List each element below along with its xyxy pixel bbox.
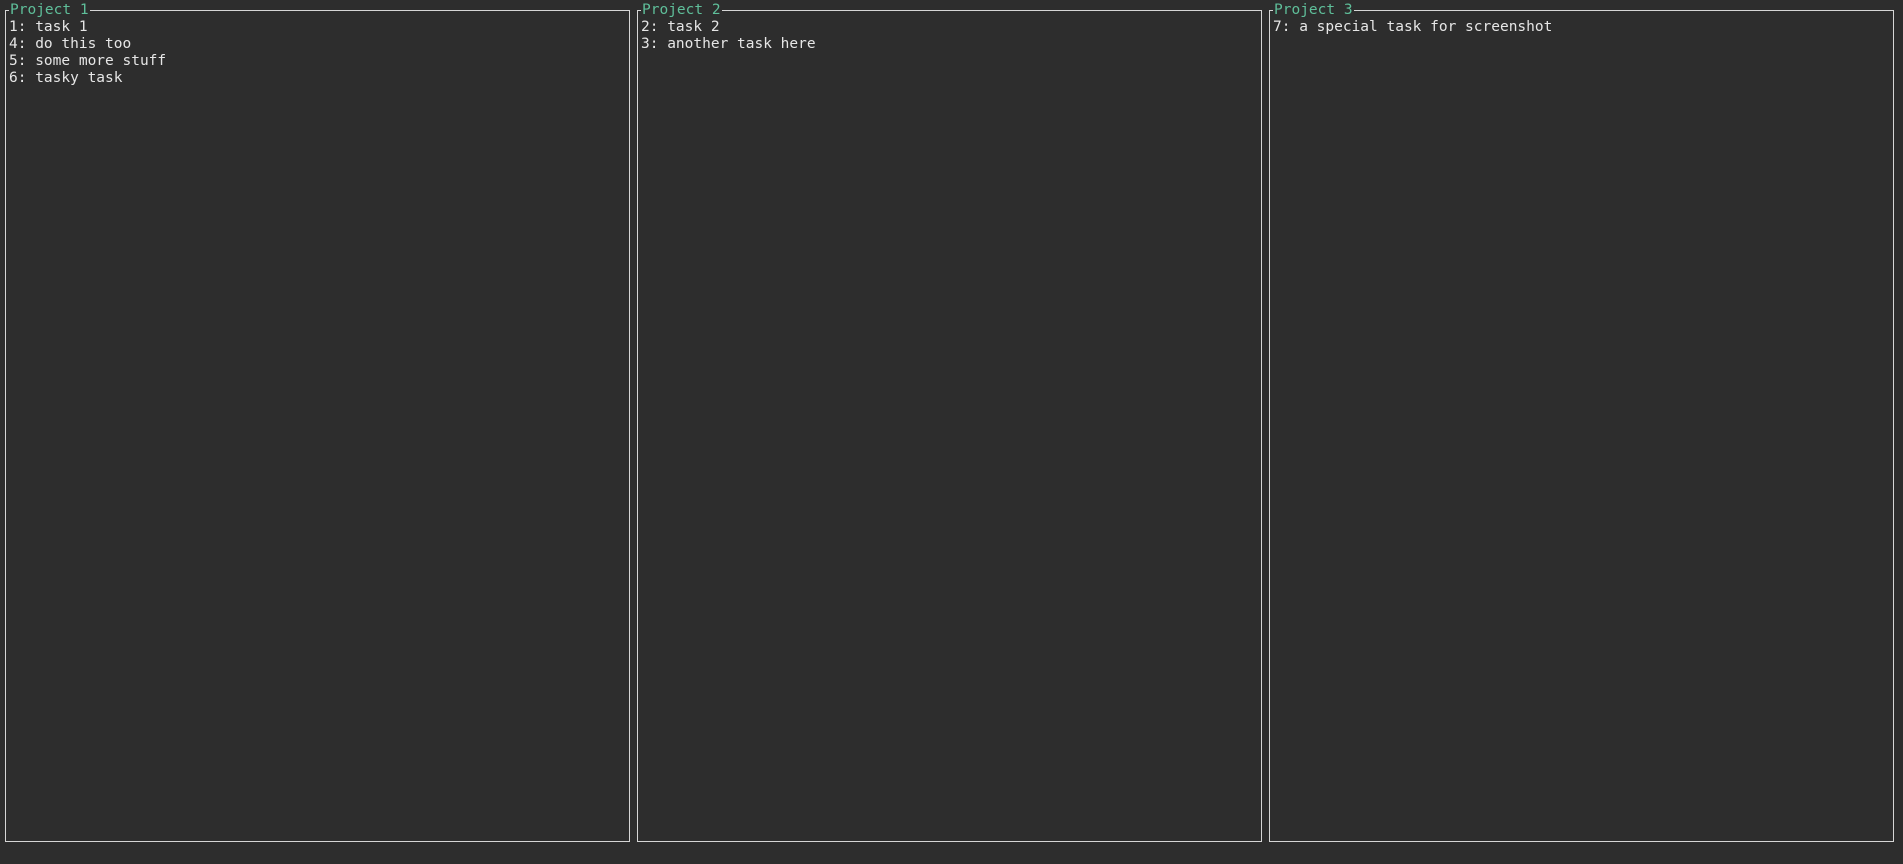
project-column-3: Project 3 7: a special task for screensh… — [1269, 2, 1894, 842]
task-list: 7: a special task for screenshot — [1273, 19, 1552, 36]
task-item[interactable]: 6: tasky task — [9, 70, 166, 87]
task-item[interactable]: 1: task 1 — [9, 19, 166, 36]
task-item[interactable]: 4: do this too — [9, 36, 166, 53]
project-column-1: Project 1 1: task 1 4: do this too 5: so… — [5, 2, 630, 842]
task-item[interactable]: 5: some more stuff — [9, 53, 166, 70]
kanban-board: Project 1 1: task 1 4: do this too 5: so… — [0, 0, 1903, 864]
task-item[interactable]: 7: a special task for screenshot — [1273, 19, 1552, 36]
task-list: 2: task 2 3: another task here — [641, 19, 816, 53]
project-title: Project 2 — [641, 2, 722, 19]
task-item[interactable]: 3: another task here — [641, 36, 816, 53]
task-item[interactable]: 2: task 2 — [641, 19, 816, 36]
project-column-2: Project 2 2: task 2 3: another task here — [637, 2, 1262, 842]
task-list: 1: task 1 4: do this too 5: some more st… — [9, 19, 166, 87]
project-title: Project 1 — [9, 2, 90, 19]
project-title: Project 3 — [1273, 2, 1354, 19]
